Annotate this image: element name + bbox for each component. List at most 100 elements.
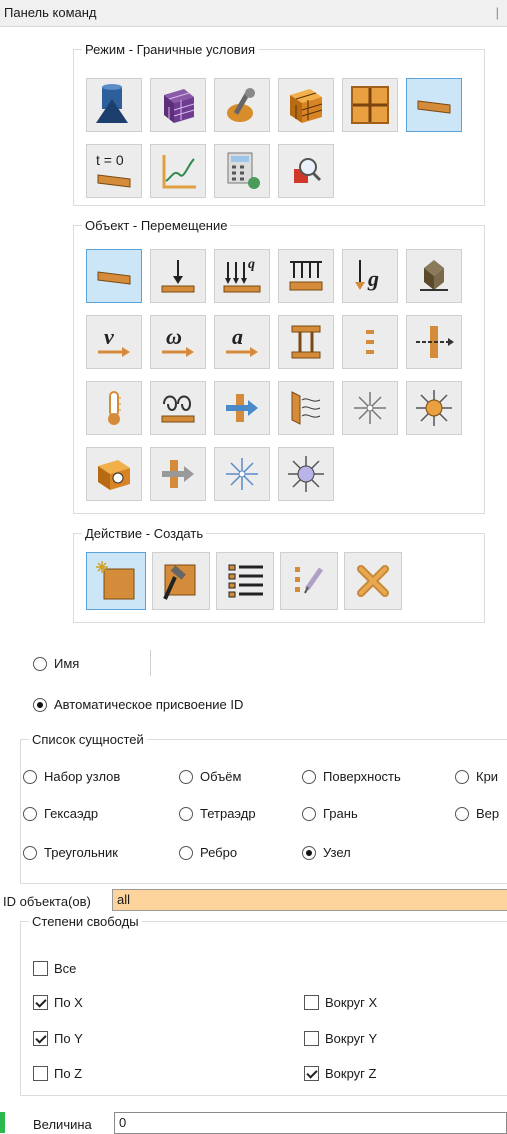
- entity-hex-radio-button[interactable]: [23, 806, 37, 821]
- axial-load-button[interactable]: [406, 315, 462, 369]
- entity-face-radio[interactable]: Грань: [302, 806, 358, 821]
- dof-rot-z-checkbox[interactable]: Вокруг Z: [304, 1066, 376, 1081]
- spring-button[interactable]: [342, 315, 398, 369]
- distributed-load-icon: [289, 261, 323, 291]
- entity-hex-label: Гексаэдр: [44, 806, 99, 821]
- titlebar-edge-mark: |: [495, 5, 499, 20]
- object-ids-input[interactable]: all: [112, 889, 507, 911]
- distributed-load-button[interactable]: [278, 249, 334, 303]
- magnitude-label: Величина: [33, 1117, 92, 1132]
- modify-button[interactable]: [152, 552, 210, 610]
- entity-edge-radio-button[interactable]: [179, 845, 193, 860]
- dof-rot-x-checkbox[interactable]: Вокруг X: [304, 995, 377, 1010]
- dof-x-label: По X: [54, 995, 83, 1010]
- tools-button[interactable]: [214, 78, 270, 132]
- entity-tet-radio-button[interactable]: [179, 806, 193, 821]
- displacement-button[interactable]: [86, 249, 142, 303]
- dof-y-box[interactable]: [33, 1031, 48, 1046]
- dof-rot-y-box[interactable]: [304, 1031, 319, 1046]
- point-source-button[interactable]: [342, 381, 398, 435]
- dof-x-box[interactable]: [33, 995, 48, 1010]
- dof-y-label: По Y: [54, 1031, 83, 1046]
- acceleration-icon: a: [226, 324, 258, 357]
- heat-source-2-button[interactable]: [278, 447, 334, 501]
- constraint-button[interactable]: [406, 249, 462, 303]
- entity-list-legend: Список сущностей: [32, 732, 144, 747]
- pressure-button[interactable]: q: [214, 249, 270, 303]
- gravity-button[interactable]: g: [342, 249, 398, 303]
- dof-y-checkbox[interactable]: По Y: [33, 1031, 83, 1046]
- inspect-button[interactable]: [278, 144, 334, 198]
- axial-load-icon: [416, 326, 454, 358]
- dof-rot-y-checkbox[interactable]: Вокруг Y: [304, 1031, 377, 1046]
- entity-nodeset-radio-button[interactable]: [23, 769, 37, 784]
- name-radio[interactable]: Имя: [33, 656, 79, 671]
- dof-z-box[interactable]: [33, 1066, 48, 1081]
- curve-plot-button[interactable]: [150, 144, 206, 198]
- auto-id-radio-button[interactable]: [33, 697, 47, 712]
- dof-rot-z-box[interactable]: [304, 1066, 319, 1081]
- name-radio-label: Имя: [54, 656, 80, 671]
- entity-tri-radio[interactable]: Треугольник: [23, 845, 118, 860]
- velocity-button[interactable]: v: [86, 315, 142, 369]
- dof-z-checkbox[interactable]: По Z: [33, 1066, 82, 1081]
- curve-plot-icon: [162, 155, 196, 189]
- entity-face-radio-button[interactable]: [302, 806, 316, 821]
- entity-hex-radio[interactable]: Гексаэдр: [23, 806, 98, 821]
- boundary-condition-button[interactable]: [406, 78, 462, 132]
- entity-surface-radio-button[interactable]: [302, 769, 316, 784]
- heat-generation-button[interactable]: [86, 447, 142, 501]
- mesh-button[interactable]: [150, 78, 206, 132]
- entity-tet-radio[interactable]: Тетраэдр: [179, 806, 256, 821]
- entity-vertex-radio[interactable]: Вер: [455, 806, 499, 821]
- flow-button[interactable]: [150, 447, 206, 501]
- entity-surface-label: Поверхность: [323, 769, 401, 784]
- displacement-icon: [97, 271, 131, 285]
- entity-node-radio[interactable]: Узел: [302, 845, 351, 860]
- object-ids-label: ID объекта(ов): [3, 894, 91, 909]
- entity-node-radio-button[interactable]: [302, 845, 316, 860]
- object-group-legend: Объект - Перемещение: [85, 218, 228, 233]
- entity-nodeset-radio[interactable]: Набор узлов: [23, 769, 120, 784]
- dof-rot-x-box[interactable]: [304, 995, 319, 1010]
- contact-button[interactable]: [278, 315, 334, 369]
- create-button[interactable]: [86, 552, 146, 610]
- delete-button[interactable]: [344, 552, 402, 610]
- entity-vertex-radio-button[interactable]: [455, 806, 469, 821]
- magnitude-input[interactable]: 0: [114, 1112, 507, 1134]
- list-button[interactable]: [216, 552, 274, 610]
- geometry-button[interactable]: [86, 78, 142, 132]
- dof-all-checkbox[interactable]: Все: [33, 961, 76, 976]
- entity-volume-radio[interactable]: Объём: [179, 769, 241, 784]
- temperature-button[interactable]: [86, 381, 142, 435]
- entity-curve-label: Кри: [476, 769, 499, 784]
- entity-nodeset-label: Набор узлов: [44, 769, 121, 784]
- auto-id-radio[interactable]: Автоматическое присвоение ID: [33, 697, 243, 712]
- radiation-button[interactable]: [278, 381, 334, 435]
- entity-curve-radio[interactable]: Кри: [455, 769, 498, 784]
- entity-volume-radio-button[interactable]: [179, 769, 193, 784]
- entity-edge-radio[interactable]: Ребро: [179, 845, 237, 860]
- calculator-button[interactable]: [214, 144, 270, 198]
- entity-tri-label: Треугольник: [44, 845, 118, 860]
- rename-button[interactable]: [280, 552, 338, 610]
- material-block-button[interactable]: [278, 78, 334, 132]
- entity-curve-radio-button[interactable]: [455, 769, 469, 784]
- grid-block-button[interactable]: [342, 78, 398, 132]
- initial-condition-button[interactable]: t = 0: [86, 144, 142, 198]
- force-button[interactable]: [150, 249, 206, 303]
- heat-flux-button[interactable]: [150, 381, 206, 435]
- dof-legend: Степени свободы: [32, 914, 139, 929]
- heat-source-icon: [416, 390, 452, 426]
- dof-x-checkbox[interactable]: По X: [33, 995, 83, 1010]
- angular-velocity-button[interactable]: ω: [150, 315, 206, 369]
- boundary-condition-icon: [417, 100, 451, 114]
- heat-source-button[interactable]: [406, 381, 462, 435]
- convection-button[interactable]: [214, 381, 270, 435]
- entity-surface-radio[interactable]: Поверхность: [302, 769, 401, 784]
- entity-tri-radio-button[interactable]: [23, 845, 37, 860]
- dof-all-box[interactable]: [33, 961, 48, 976]
- acceleration-button[interactable]: a: [214, 315, 270, 369]
- name-radio-button[interactable]: [33, 656, 47, 671]
- point-source-2-button[interactable]: [214, 447, 270, 501]
